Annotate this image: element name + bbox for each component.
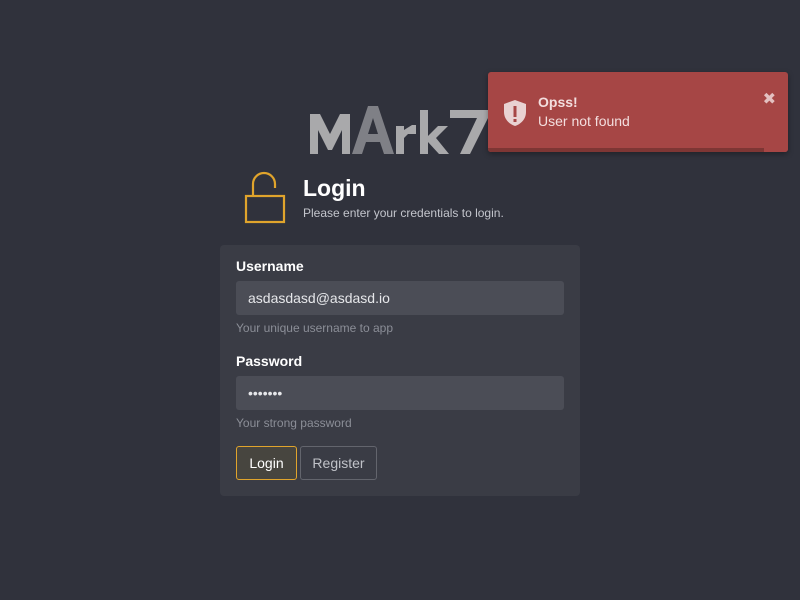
page-subtitle: Please enter your credentials to login. (303, 206, 504, 220)
login-button[interactable]: Login (236, 446, 297, 480)
username-label: Username (236, 258, 304, 274)
login-page: Login Please enter your credentials to l… (0, 0, 800, 600)
password-help: Your strong password (236, 416, 352, 430)
toast-progress-bar (488, 148, 764, 152)
username-help: Your unique username to app (236, 321, 394, 335)
page-title: Login (303, 175, 366, 201)
password-label: Password (236, 353, 303, 369)
username-input[interactable] (236, 281, 564, 315)
mark7-logo (310, 106, 488, 154)
toast-progress-track (488, 148, 788, 152)
login-card: Username Your unique username to app Pas… (220, 245, 580, 496)
toast-title: Opss! (538, 94, 578, 110)
unlock-icon (244, 171, 286, 224)
register-button[interactable]: Register (300, 446, 377, 480)
password-input[interactable] (236, 376, 564, 410)
error-toast: Opss! User not found ✖ (488, 72, 788, 152)
shield-alert-icon (504, 100, 526, 126)
toast-message: User not found (538, 113, 630, 129)
close-icon[interactable]: ✖ (763, 92, 776, 108)
